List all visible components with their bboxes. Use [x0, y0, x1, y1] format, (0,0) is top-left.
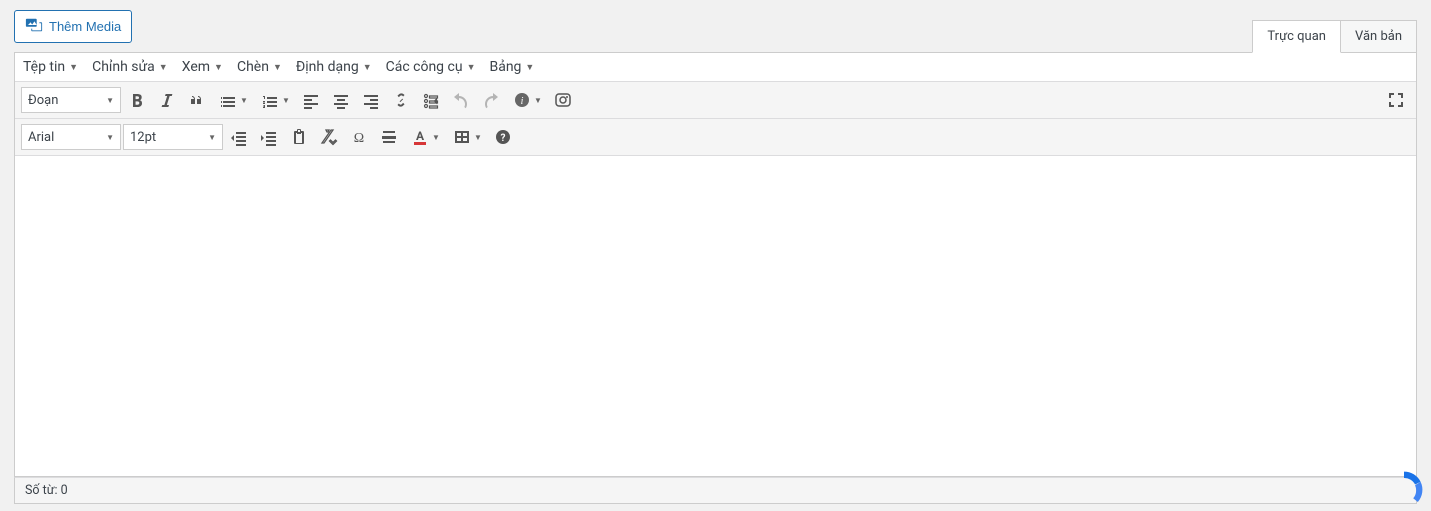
info-button[interactable]: i▼ — [507, 86, 547, 114]
insert-media-button[interactable] — [549, 86, 577, 114]
indent-button[interactable] — [255, 123, 283, 151]
undo-button[interactable] — [447, 86, 475, 114]
status-bar: Số từ: 0 — [14, 477, 1417, 504]
chevron-down-icon: ▼ — [467, 62, 476, 73]
menu-edit[interactable]: Chỉnh sửa▼ — [92, 59, 168, 75]
special-character-button[interactable]: Ω — [345, 123, 373, 151]
fullscreen-button[interactable] — [1382, 86, 1410, 114]
chevron-down-icon: ▼ — [106, 96, 114, 105]
chevron-down-icon: ▼ — [534, 96, 542, 105]
chevron-down-icon: ▼ — [240, 96, 248, 105]
align-left-button[interactable] — [297, 86, 325, 114]
font-family-select[interactable]: Arial▼ — [21, 124, 121, 150]
svg-text:?: ? — [501, 133, 506, 144]
chevron-down-icon: ▼ — [363, 62, 372, 73]
chevron-down-icon: ▼ — [106, 133, 114, 142]
word-count-value: 0 — [61, 483, 68, 498]
chevron-down-icon: ▼ — [432, 133, 440, 142]
editor-content[interactable] — [15, 156, 1416, 476]
chevron-down-icon: ▼ — [525, 62, 534, 73]
numbered-list-button[interactable]: ▼ — [255, 86, 295, 114]
bullet-list-button[interactable]: ▼ — [213, 86, 253, 114]
svg-text:i: i — [521, 96, 524, 107]
menu-insert[interactable]: Chèn▼ — [237, 59, 282, 75]
link-button[interactable] — [387, 86, 415, 114]
word-count-label: Số từ: — [25, 483, 58, 498]
menu-view[interactable]: Xem▼ — [182, 59, 223, 75]
chevron-down-icon: ▼ — [159, 62, 168, 73]
chevron-down-icon: ▼ — [69, 62, 78, 73]
outdent-button[interactable] — [225, 123, 253, 151]
align-right-button[interactable] — [357, 86, 385, 114]
menu-table[interactable]: Bảng▼ — [489, 59, 534, 75]
add-media-button[interactable]: Thêm Media — [14, 10, 132, 43]
svg-text:Ω: Ω — [354, 131, 364, 146]
toolbar-toggle-button[interactable] — [417, 86, 445, 114]
bold-button[interactable] — [123, 86, 151, 114]
horizontal-rule-button[interactable] — [375, 123, 403, 151]
paste-button[interactable] — [285, 123, 313, 151]
chevron-down-icon: ▼ — [214, 62, 223, 73]
chevron-down-icon: ▼ — [474, 133, 482, 142]
tab-text[interactable]: Văn bản — [1341, 20, 1417, 53]
menu-tools[interactable]: Các công cụ▼ — [386, 59, 476, 75]
redo-button[interactable] — [477, 86, 505, 114]
menu-format[interactable]: Định dạng▼ — [296, 59, 372, 75]
font-size-select[interactable]: 12pt▼ — [123, 124, 223, 150]
editor-container: Tệp tin▼ Chỉnh sửa▼ Xem▼ Chèn▼ Định dạng… — [14, 52, 1417, 477]
chevron-down-icon: ▼ — [282, 96, 290, 105]
editor-mode-tabs: Trực quan Văn bản — [1252, 20, 1417, 52]
align-center-button[interactable] — [327, 86, 355, 114]
clear-formatting-button[interactable] — [315, 123, 343, 151]
media-icon — [25, 16, 43, 37]
tab-visual[interactable]: Trực quan — [1252, 20, 1341, 53]
toolbar-row-1: Đoạn▼ ▼ ▼ i▼ — [15, 82, 1416, 119]
blockquote-button[interactable] — [183, 86, 211, 114]
text-color-button[interactable]: A▼ — [405, 123, 445, 151]
recaptcha-badge[interactable] — [1369, 459, 1431, 511]
add-media-label: Thêm Media — [49, 19, 121, 34]
help-button[interactable]: ? — [489, 123, 517, 151]
menu-file[interactable]: Tệp tin▼ — [23, 59, 78, 75]
chevron-down-icon: ▼ — [208, 133, 216, 142]
table-button[interactable]: ▼ — [447, 123, 487, 151]
chevron-down-icon: ▼ — [273, 62, 282, 73]
menubar: Tệp tin▼ Chỉnh sửa▼ Xem▼ Chèn▼ Định dạng… — [15, 53, 1416, 82]
italic-button[interactable] — [153, 86, 181, 114]
format-select[interactable]: Đoạn▼ — [21, 87, 121, 113]
svg-text:A: A — [416, 129, 425, 143]
toolbar-row-2: Arial▼ 12pt▼ Ω A▼ ▼ ? — [15, 119, 1416, 156]
